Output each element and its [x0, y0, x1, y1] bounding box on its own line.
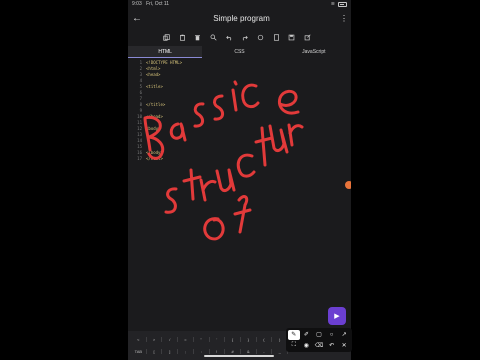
- status-right: ≋: [331, 0, 347, 9]
- line-number: 17: [137, 156, 142, 161]
- paste-icon[interactable]: [178, 33, 187, 42]
- app-bar: ← Simple program ⋮: [128, 9, 351, 27]
- symbol-key[interactable]: :: [194, 348, 210, 354]
- language-tabs: HTML CSS JavaScript: [128, 46, 351, 58]
- symbol-key[interactable]: <: [131, 336, 147, 342]
- status-time: 9:03: [132, 1, 142, 7]
- highlighter-icon[interactable]: ✐: [301, 330, 313, 340]
- code-text: </html>: [146, 156, 163, 161]
- play-icon: ▶: [334, 313, 340, 320]
- home-indicator[interactable]: [204, 355, 274, 357]
- file-icon[interactable]: [272, 33, 281, 42]
- pen-icon[interactable]: ✎: [288, 330, 300, 340]
- undo-icon[interactable]: [225, 33, 234, 42]
- status-bar: 9:03 Fri, Oct 11 ≋: [128, 0, 351, 9]
- status-date: Fri, Oct 11: [146, 1, 170, 7]
- scroll-handle[interactable]: [345, 181, 351, 189]
- symbol-key[interactable]: ;: [178, 348, 194, 354]
- symbol-key[interactable]: =: [178, 336, 194, 342]
- battery-icon: [338, 2, 347, 7]
- symbol-key[interactable]: {: [225, 336, 241, 342]
- symbol-key[interactable]: ]: [162, 348, 179, 354]
- symbol-key[interactable]: ": [194, 336, 210, 342]
- symbol-key[interactable]: #: [225, 348, 241, 354]
- refresh-icon[interactable]: [256, 33, 265, 42]
- symbol-key[interactable]: -: [257, 348, 273, 354]
- undo-pen-icon[interactable]: ↶: [326, 341, 338, 351]
- symbol-key[interactable]: !: [210, 348, 226, 354]
- pen-toolbar: ✎ ✐ ▢ ○ ↗ ⛶ ◉ ⌫ ↶ ✕: [286, 328, 352, 352]
- camera-icon[interactable]: ◉: [301, 341, 313, 351]
- back-arrow-icon[interactable]: ←: [128, 13, 146, 24]
- close-icon[interactable]: ✕: [338, 341, 350, 351]
- symbol-key[interactable]: >: [147, 336, 163, 342]
- more-vert-icon[interactable]: ⋮: [337, 14, 351, 23]
- eraser-icon[interactable]: ⌫: [313, 341, 325, 351]
- screenshot-icon[interactable]: ⛶: [288, 341, 300, 351]
- open-external-icon[interactable]: [303, 33, 312, 42]
- code-editor[interactable]: 1 <!DOCTYPE HTML> 2 <html> 3 <head> 4 5 <title> 6…: [128, 60, 351, 330]
- search-icon[interactable]: [209, 33, 218, 42]
- save-icon[interactable]: [287, 33, 296, 42]
- symbol-key[interactable]: &: [241, 348, 257, 354]
- symbol-key[interactable]: ': [210, 336, 226, 342]
- tablet-screen: 9:03 Fri, Oct 11 ≋ ← Simple program ⋮ HT…: [128, 0, 351, 360]
- wifi-icon: ≋: [330, 1, 335, 7]
- page-title: Simple program: [213, 13, 270, 23]
- square-icon[interactable]: ▢: [313, 330, 325, 340]
- editor-toolbar: [162, 31, 312, 43]
- symbol-key-row-1: < > / = " '{}(): [128, 333, 289, 345]
- status-left: 9:03 Fri, Oct 11: [132, 0, 172, 9]
- tab-html[interactable]: HTML: [128, 46, 203, 58]
- symbol-key[interactable]: TAB: [131, 348, 147, 354]
- arrow-icon[interactable]: ↗: [338, 330, 350, 340]
- copy-icon[interactable]: [162, 33, 171, 42]
- symbol-key[interactable]: [: [147, 348, 163, 354]
- symbol-key[interactable]: /: [162, 336, 179, 342]
- tab-css[interactable]: CSS: [202, 46, 276, 58]
- redo-icon[interactable]: [240, 33, 249, 42]
- circle-icon[interactable]: ○: [326, 330, 338, 340]
- run-button[interactable]: ▶: [328, 307, 346, 325]
- code-line[interactable]: 17 </html>: [128, 156, 351, 162]
- tab-javascript[interactable]: JavaScript: [277, 46, 351, 58]
- symbol-key[interactable]: (: [257, 336, 273, 342]
- symbol-key[interactable]: }: [241, 336, 257, 342]
- delete-icon[interactable]: [193, 33, 202, 42]
